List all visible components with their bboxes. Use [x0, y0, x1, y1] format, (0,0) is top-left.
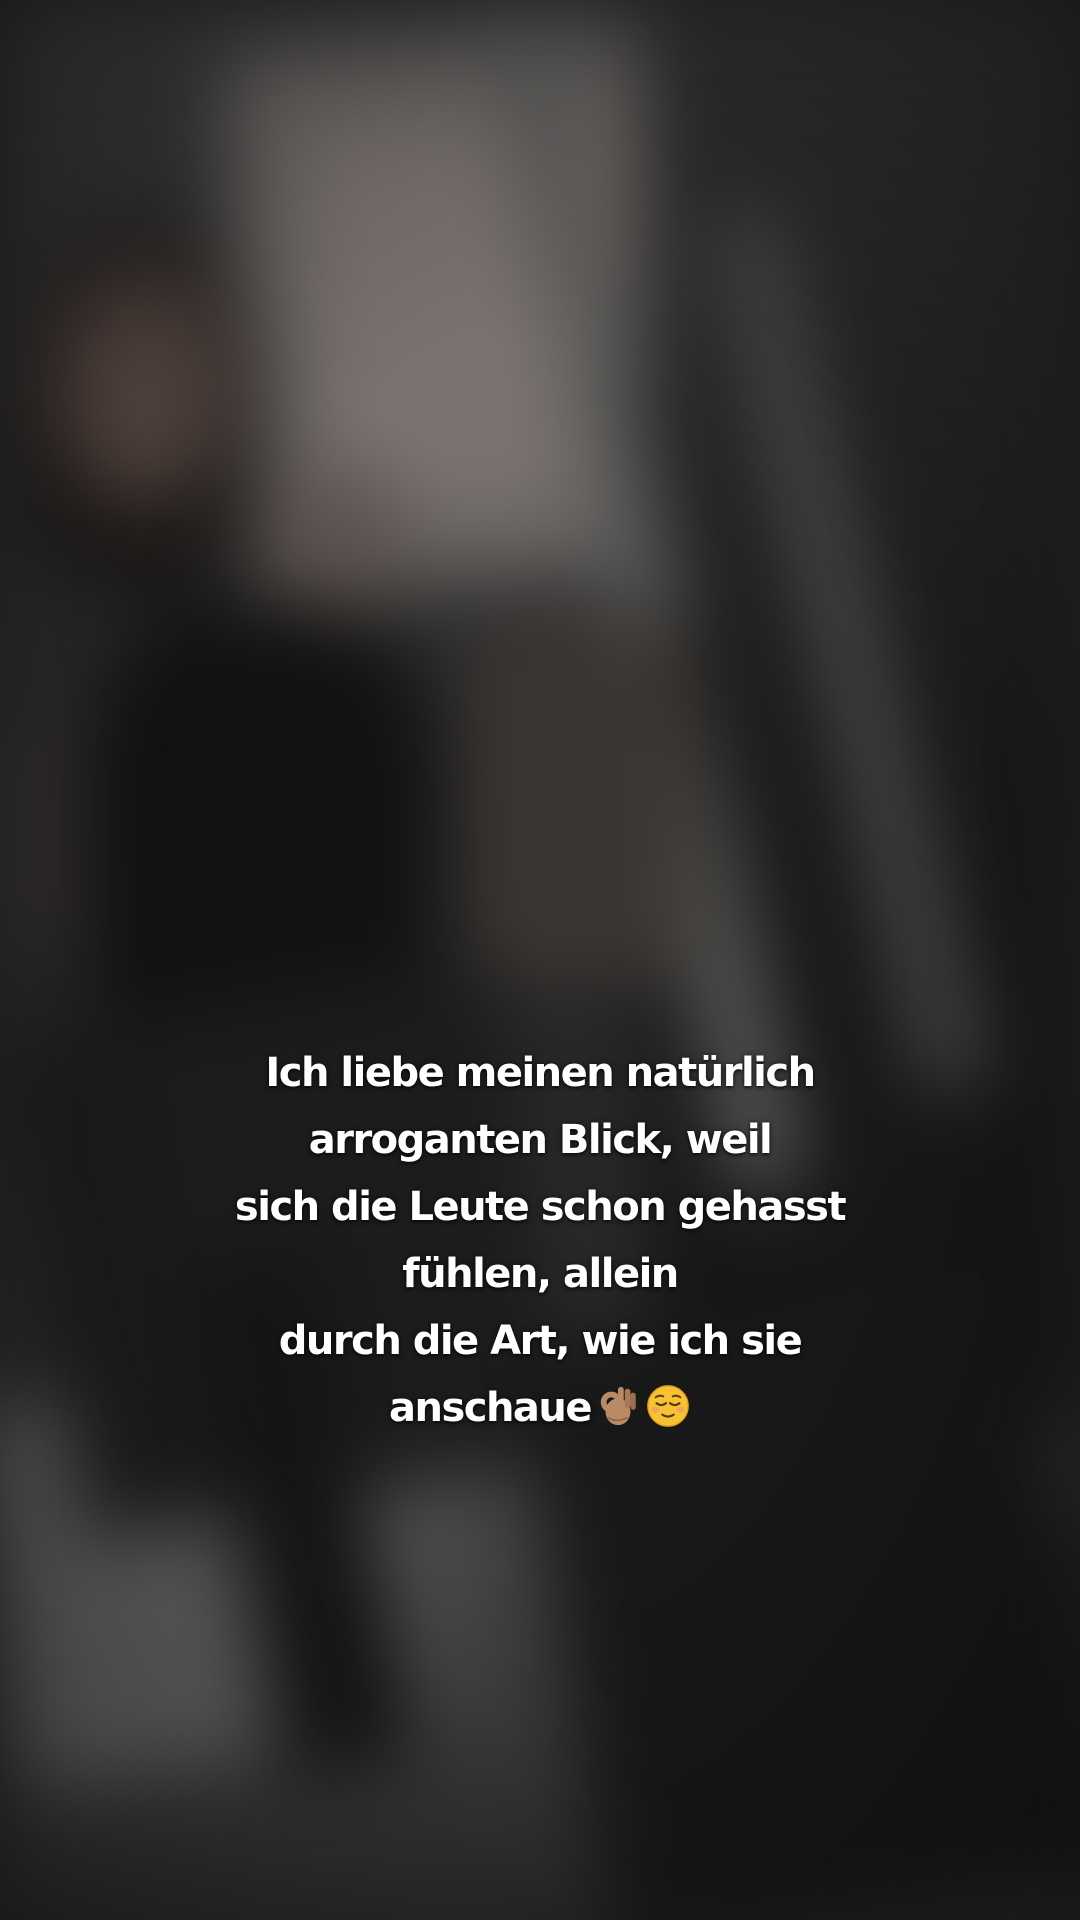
caption-line-3: sich die Leute schon gehasst	[234, 1184, 847, 1230]
ok-hand-icon	[600, 1386, 636, 1426]
caption-line-5: durch die Art, wie ich sie	[278, 1318, 803, 1364]
caption-text: Ich liebe meinen natürlich arroganten Bl…	[140, 1040, 940, 1442]
caption-line-6-wrap: anschaue	[140, 1375, 940, 1442]
caption-line-6: anschaue	[388, 1385, 593, 1431]
video-frame: Ich liebe meinen natürlich arroganten Bl…	[0, 0, 1080, 1920]
caption-line-2: arroganten Blick, weil	[308, 1117, 773, 1163]
caption-line-4: fühlen, allein	[402, 1251, 679, 1297]
vignette-overlay	[0, 0, 1080, 1920]
relieved-face-icon	[647, 1385, 689, 1427]
caption-line-1: Ich liebe meinen natürlich	[265, 1050, 816, 1096]
